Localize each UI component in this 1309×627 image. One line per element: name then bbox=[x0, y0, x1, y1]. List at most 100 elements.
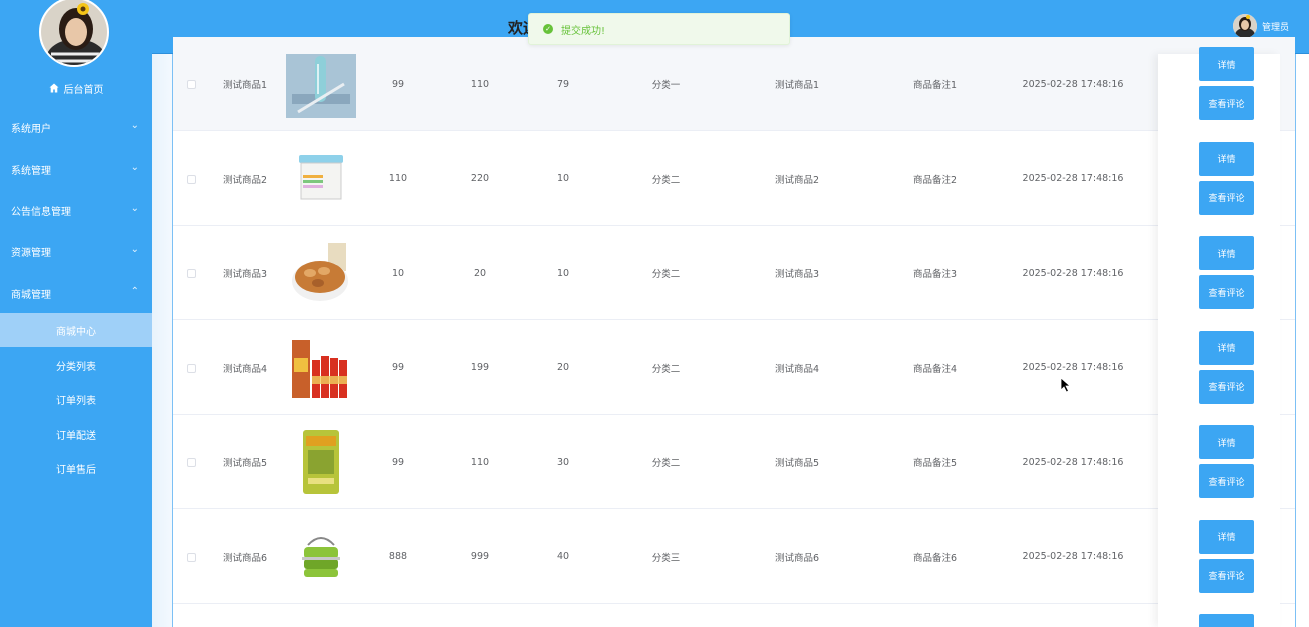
sidebar-item-announcements[interactable]: 公告信息管理 ⌄ bbox=[0, 192, 152, 228]
chevron-down-icon: ⌄ bbox=[130, 162, 139, 173]
chevron-up-icon: ⌃ bbox=[130, 286, 139, 297]
chevron-down-icon: ⌄ bbox=[130, 244, 139, 255]
cell-name: 测试商品2 bbox=[222, 174, 268, 186]
cell-time: 2025-02-28 17:48:16 bbox=[1022, 173, 1124, 184]
sidebar-item-system-users[interactable]: 系统用户 ⌄ bbox=[0, 109, 152, 145]
cell-name: 测试商品3 bbox=[222, 269, 268, 280]
cell-c3: 20 bbox=[556, 362, 570, 373]
row-checkbox[interactable] bbox=[187, 458, 196, 467]
table-row: 测试商品1 99 110 79 分类一 测试商品1 商品备注1 2025-02-28 17:4… bbox=[173, 37, 1295, 131]
cell-desc: 测试商品2 bbox=[774, 174, 820, 186]
table-row: 测试商品3 10 20 10 分类二 测试商品3 商品备注3 2025-02-28 17:48… bbox=[173, 226, 1295, 320]
table-row: 测试商品2 110 220 10 分类二 测试商品2 商品备注2 2025-02-28 17:… bbox=[173, 132, 1295, 226]
detail-button[interactable]: 详情 bbox=[1199, 519, 1254, 554]
cell-c2: 199 bbox=[470, 362, 490, 373]
row-checkbox[interactable] bbox=[187, 363, 196, 373]
sidebar-subitem-orders[interactable]: 订单列表 bbox=[0, 382, 152, 416]
table-row: 测试商品6 888 999 40 分类三 测试商品6 商品备注6 2025-02-28 17:… bbox=[173, 510, 1295, 604]
cell-c3: 40 bbox=[556, 551, 570, 562]
sidebar-item-system-management[interactable]: 系统管理 ⌄ bbox=[0, 151, 152, 187]
cell-c3: 30 bbox=[556, 456, 570, 468]
view-reviews-button[interactable]: 查看评论 bbox=[1199, 464, 1254, 498]
view-reviews-button[interactable]: 查看评论 bbox=[1199, 180, 1254, 215]
mouse-cursor-icon bbox=[1060, 377, 1072, 393]
detail-button[interactable]: 详情 bbox=[1199, 236, 1254, 270]
sidebar-avatar[interactable] bbox=[39, 0, 109, 67]
product-image bbox=[286, 335, 356, 400]
cell-name: 测试商品5 bbox=[222, 458, 268, 469]
cell-c2: 999 bbox=[470, 551, 490, 562]
cell-c3: 79 bbox=[556, 78, 570, 90]
cell-time: 2025-02-28 17:48:16 bbox=[1022, 362, 1124, 373]
actions-column: 详情 查看评论 详情 查看评论 详情 查看评论 详情 查看评论 详情 查看评论 详情 查看评论 bbox=[1158, 47, 1280, 627]
cell-note: 商品备注6 bbox=[912, 552, 958, 564]
cell-c3: 10 bbox=[556, 267, 570, 279]
cell-time: 2025-02-28 17:48:16 bbox=[1022, 456, 1124, 468]
cell-desc: 测试商品1 bbox=[774, 80, 820, 91]
cell-category: 分类二 bbox=[651, 363, 681, 375]
cell-c1: 99 bbox=[391, 456, 405, 468]
cell-time: 2025-02-28 17:48:16 bbox=[1022, 551, 1124, 562]
cell-note: 商品备注4 bbox=[912, 363, 958, 375]
home-icon bbox=[49, 83, 58, 93]
detail-button[interactable]: 详情 bbox=[1199, 425, 1254, 459]
cell-desc: 测试商品3 bbox=[774, 269, 820, 280]
detail-button[interactable] bbox=[1199, 614, 1254, 627]
cell-desc: 测试商品4 bbox=[774, 363, 820, 375]
sidebar-subitem-delivery[interactable]: 订单配送 bbox=[0, 417, 152, 451]
cell-c3: 10 bbox=[556, 173, 570, 184]
table-row: 测试商品4 99 199 20 分类二 测试商品4 商品备注4 2025-02-28 17:4… bbox=[173, 321, 1295, 415]
cell-c1: 99 bbox=[391, 78, 405, 90]
cell-note: 商品备注5 bbox=[912, 458, 958, 469]
view-reviews-button[interactable]: 查看评论 bbox=[1199, 275, 1254, 309]
detail-button[interactable]: 详情 bbox=[1199, 330, 1254, 365]
cell-category: 分类二 bbox=[651, 174, 681, 186]
product-image bbox=[286, 241, 356, 305]
avatar bbox=[1232, 14, 1257, 38]
success-toast: ✓ 提交成功! bbox=[528, 13, 790, 45]
chevron-down-icon: ⌄ bbox=[130, 203, 139, 214]
cell-c2: 20 bbox=[473, 267, 487, 279]
sidebar-home[interactable]: 后台首页 bbox=[0, 78, 152, 98]
chevron-down-icon: ⌄ bbox=[130, 120, 139, 131]
product-image bbox=[286, 54, 356, 118]
view-reviews-button[interactable]: 查看评论 bbox=[1199, 369, 1254, 404]
cell-desc: 测试商品5 bbox=[774, 458, 820, 469]
row-checkbox[interactable] bbox=[187, 80, 196, 89]
sidebar-item-label: 商城管理 bbox=[11, 289, 51, 301]
row-checkbox[interactable] bbox=[187, 269, 196, 278]
view-reviews-button[interactable]: 查看评论 bbox=[1199, 86, 1254, 120]
user-menu[interactable]: 管理员 bbox=[1232, 14, 1289, 38]
sidebar-item-mall[interactable]: 商城管理 ⌃ bbox=[0, 275, 152, 311]
cell-time: 2025-02-28 17:48:16 bbox=[1022, 267, 1124, 279]
sidebar-home-label: 后台首页 bbox=[63, 84, 104, 96]
cell-name: 测试商品4 bbox=[222, 363, 268, 375]
cell-c1: 888 bbox=[388, 551, 408, 562]
sidebar-subitem-after-sales[interactable]: 订单售后 bbox=[0, 451, 152, 485]
cell-category: 分类三 bbox=[651, 552, 681, 564]
product-image bbox=[286, 430, 356, 494]
cell-note: 商品备注3 bbox=[912, 269, 958, 280]
cell-c1: 10 bbox=[391, 267, 405, 279]
cell-c1: 99 bbox=[391, 362, 405, 373]
sidebar-item-resources[interactable]: 资源管理 ⌄ bbox=[0, 233, 152, 269]
sidebar-item-label: 系统管理 bbox=[11, 165, 51, 177]
sidebar-subitem-mall-center[interactable]: 商城中心 bbox=[0, 313, 152, 347]
detail-button[interactable]: 详情 bbox=[1199, 47, 1254, 81]
toast-message: 提交成功! bbox=[561, 25, 606, 37]
check-circle-icon: ✓ bbox=[543, 24, 553, 34]
view-reviews-button[interactable]: 查看评论 bbox=[1199, 558, 1254, 593]
cell-c2: 110 bbox=[470, 456, 490, 468]
row-checkbox[interactable] bbox=[187, 552, 196, 562]
sidebar-item-label: 系统用户 bbox=[11, 123, 51, 135]
user-name: 管理员 bbox=[1261, 22, 1289, 33]
cell-note: 商品备注2 bbox=[912, 174, 958, 186]
sidebar-subitem-categories[interactable]: 分类列表 bbox=[0, 348, 152, 382]
cell-category: 分类一 bbox=[651, 80, 681, 91]
cell-name: 测试商品1 bbox=[222, 80, 268, 91]
detail-button[interactable]: 详情 bbox=[1199, 141, 1254, 176]
row-checkbox[interactable] bbox=[187, 174, 196, 184]
cell-note: 商品备注1 bbox=[912, 80, 958, 91]
product-image bbox=[286, 524, 356, 589]
cell-name: 测试商品6 bbox=[222, 552, 268, 564]
